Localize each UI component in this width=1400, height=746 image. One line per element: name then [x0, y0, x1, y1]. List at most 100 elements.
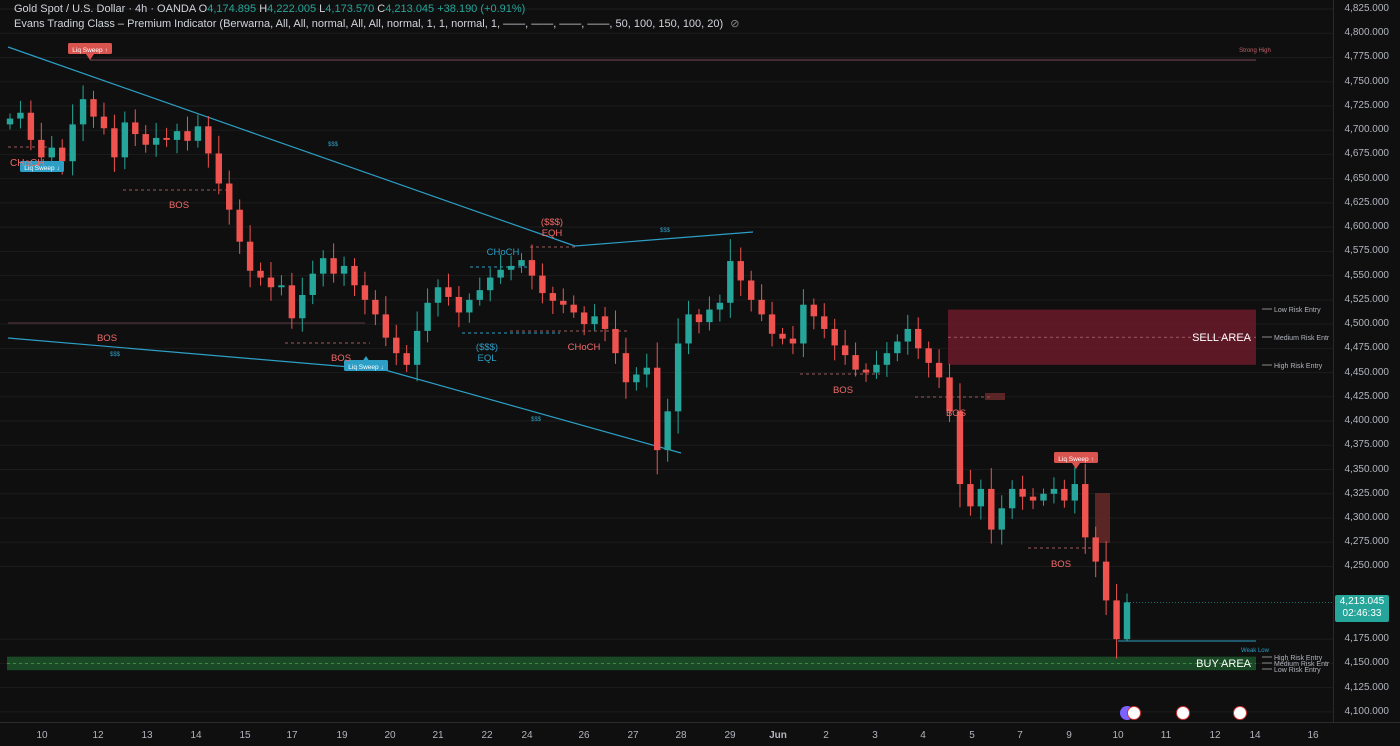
candle-body [539, 275, 546, 294]
candle-body [1092, 537, 1099, 562]
price-tick-label: 4,550.000 [1344, 269, 1390, 281]
us-flag-icon[interactable] [1233, 706, 1247, 720]
ohlc-change: +38.190 (+0.91%) [437, 3, 526, 15]
time-tick-label: 11 [1160, 730, 1172, 741]
price-tick-label: 4,325.000 [1344, 487, 1390, 499]
visibility-icon[interactable]: ⊘ [730, 18, 739, 30]
time-tick-label: 17 [286, 730, 298, 741]
candle-body [455, 296, 463, 313]
liq-sweep-tag: Liq Sweep ↑ [1058, 456, 1093, 463]
candle-body [90, 99, 97, 117]
eql-label: EQL [477, 353, 496, 364]
ohlc-low: L4,173.570 [319, 3, 375, 15]
time-tick-label: 19 [336, 730, 348, 741]
time-tick-label: 15 [239, 730, 251, 741]
candle-body [246, 241, 254, 271]
candle-body [445, 287, 452, 297]
candle-body [1113, 600, 1120, 640]
candle-body [695, 314, 703, 323]
symbol-legend[interactable]: Gold Spot / U.S. Dollar · 4h · OANDA O4,… [14, 3, 525, 15]
candle-body [309, 273, 316, 296]
candle-body [1019, 488, 1026, 497]
price-tick-label: 4,250.000 [1344, 560, 1390, 572]
current-price-tag: 4,213.045 02:46:33 [1335, 595, 1389, 622]
us-flag-icon[interactable] [1127, 706, 1141, 720]
liquidity-label: $$$ [660, 228, 671, 234]
candle-body [988, 488, 995, 530]
candle-body [737, 261, 744, 281]
candle-body [111, 128, 118, 158]
candle-body [184, 131, 191, 141]
candle-body [601, 316, 609, 329]
time-tick-label: 22 [481, 730, 493, 741]
candlestick-chart[interactable]: Liq Sweep ↑Liq Sweep ↓Liq Sweep ↓Liq Swe… [0, 0, 1333, 722]
candle-body [967, 484, 974, 507]
eql-dollars-label: ($$$) [476, 342, 498, 353]
candle-body [79, 99, 87, 125]
price-tick-label: 4,600.000 [1344, 221, 1390, 233]
candle-body [685, 314, 692, 344]
candle-body [570, 304, 577, 313]
symbol-title: Gold Spot / U.S. Dollar · 4h · OANDA [14, 3, 196, 15]
candle-body [915, 328, 922, 349]
price-tick-label: 4,100.000 [1344, 705, 1390, 717]
chart-area[interactable]: Liq Sweep ↑ Liq Sweep ↓ Liq Sweep ↓ Liq Swe… [0, 0, 1333, 722]
candle-body [226, 183, 233, 210]
high-risk-entry-label: High Risk Entry [1274, 363, 1323, 370]
bos-label: BOS [946, 408, 966, 419]
time-tick-label: 7 [1017, 730, 1023, 741]
candle-body [288, 285, 296, 319]
candle-body [1123, 602, 1131, 640]
candle-body [476, 290, 483, 300]
candle-body [727, 261, 734, 303]
time-tick-label: 9 [1066, 730, 1072, 741]
candle-body [821, 316, 828, 329]
price-tick-label: 4,300.000 [1344, 511, 1390, 523]
candle-body [768, 314, 776, 334]
candle-body [612, 328, 619, 354]
time-tick-label: 24 [521, 730, 533, 741]
sell-area-label: SELL AREA [1192, 332, 1252, 344]
price-tick-label: 4,750.000 [1344, 75, 1390, 87]
liquidity-label: $$$ [110, 352, 121, 358]
time-tick-label: 5 [969, 730, 975, 741]
us-flag-icon[interactable] [1176, 706, 1190, 720]
time-tick-label: 2 [823, 730, 829, 741]
ohlc-high: H4,222.005 [259, 3, 317, 15]
candle-body [413, 330, 421, 365]
candle-body [205, 126, 212, 154]
candle-body [48, 147, 55, 158]
candle-body [758, 299, 765, 315]
time-axis[interactable]: 10 12 13 14 15 17 19 20 21 22 24 26 27 28 29 Jun 2 3 4 5 7 9 1… [0, 722, 1400, 746]
candle-body [591, 316, 598, 325]
candle-body [674, 343, 682, 412]
time-tick-label: 16 [1307, 730, 1319, 741]
candle-body [904, 328, 911, 342]
candle-body [747, 280, 755, 300]
candle-body [977, 488, 985, 507]
price-tick-label: 4,350.000 [1344, 463, 1390, 475]
time-tick-label: 12 [92, 730, 104, 741]
candle-body [340, 265, 348, 274]
indicator-legend[interactable]: Evans Trading Class – Premium Indicator … [14, 17, 739, 30]
ohlc-open: O4,174.895 [198, 3, 257, 15]
candle-body [27, 112, 35, 140]
price-tick-label: 4,375.000 [1344, 439, 1390, 451]
candle-body [236, 209, 243, 242]
candle-body [528, 260, 536, 276]
current-price: 4,213.045 [1339, 596, 1385, 607]
price-tick-label: 4,800.000 [1344, 27, 1390, 39]
bar-countdown: 02:46:33 [1342, 608, 1382, 619]
buy-low-risk-label: Low Risk Entry [1274, 667, 1321, 674]
liq-sweep-tag: Liq Sweep ↑ [72, 47, 107, 54]
candle-body [330, 258, 337, 274]
candle-body [372, 299, 379, 315]
candle-body [841, 345, 849, 356]
candle-body [434, 287, 442, 303]
choch-label: CHoCH [487, 247, 520, 258]
liquidity-label: $$$ [328, 142, 339, 148]
candle-body [69, 124, 76, 162]
candle-body [1102, 561, 1110, 601]
candle-body [393, 337, 400, 354]
candle-body [580, 312, 588, 325]
